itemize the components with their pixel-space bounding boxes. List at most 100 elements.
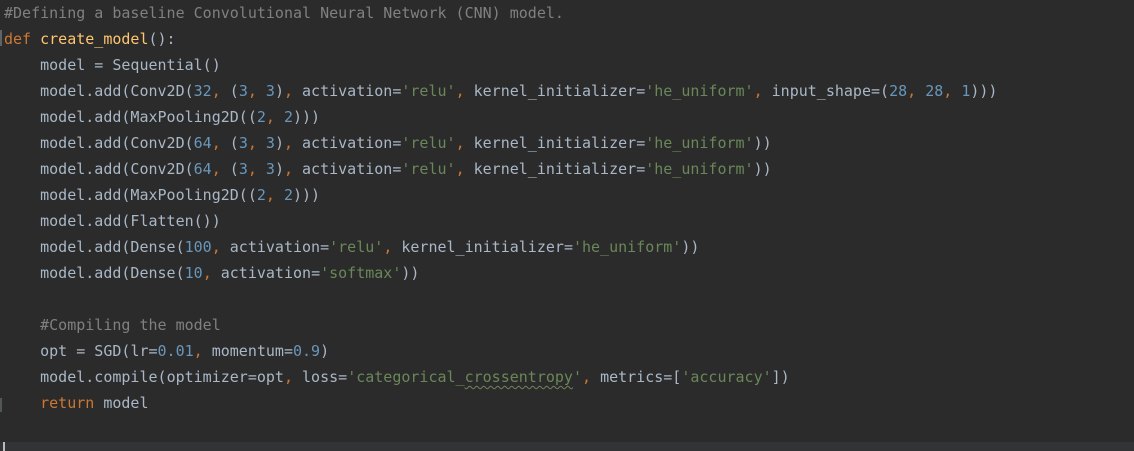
code-token-keyword: return	[40, 394, 95, 412]
code-token-string: 'relu'	[401, 134, 456, 152]
code-line[interactable]: #Defining a baseline Convolutional Neura…	[4, 0, 564, 26]
code-token-parameter: activation	[229, 238, 321, 256]
code-token-number: 28	[925, 82, 944, 100]
code-token-string: 'accuracy'	[681, 368, 772, 386]
code-token-default: model.compile(	[4, 368, 167, 386]
code-token-punct: ,	[283, 134, 303, 152]
code-token-parameter: kernel_initializer	[401, 238, 564, 256]
code-line[interactable]: model.add(Flatten())	[4, 208, 221, 234]
code-token-string: 'categorical_	[347, 368, 465, 386]
code-token-default: =(	[871, 82, 890, 100]
code-token-punct: ,	[383, 238, 402, 256]
code-token-default: (	[229, 82, 239, 100]
code-line[interactable]: model.add(Conv2D(64, (3, 3), activation =…	[4, 130, 772, 156]
code-token-punct: ,	[283, 368, 303, 386]
code-token-default: model = Sequential()	[4, 56, 221, 74]
code-token-default: =	[311, 264, 321, 282]
code-token-default: ))	[753, 160, 772, 178]
code-token-parameter: loss	[302, 368, 339, 386]
code-token-parameter: metrics	[600, 368, 664, 386]
code-token-number: 3	[265, 134, 275, 152]
code-line[interactable]: #Compiling the model	[4, 312, 221, 338]
code-token-number: 28	[889, 82, 908, 100]
code-token-number: 2	[283, 108, 293, 126]
code-token-default: ))	[401, 264, 420, 282]
code-token-number: 0.9	[293, 342, 321, 360]
next-line-strip	[0, 442, 1134, 451]
code-token-parameter: activation	[302, 82, 393, 100]
code-token-default: =	[636, 160, 646, 178]
code-token-default: =	[563, 238, 573, 256]
code-token-default: )))	[293, 108, 321, 126]
code-token-parameter: activation	[220, 264, 312, 282]
code-token-default: =[	[663, 368, 682, 386]
code-token-default	[4, 394, 40, 412]
code-token-comment: #Compiling the model	[4, 316, 221, 334]
code-token-default: model.add(MaxPooling2D((	[4, 108, 257, 126]
code-token-default: model.add(MaxPooling2D((	[4, 186, 257, 204]
code-token-string: 'relu'	[401, 82, 456, 100]
code-token-punct: ,	[753, 82, 772, 100]
code-token-string: 'softmax'	[320, 264, 402, 282]
code-line[interactable]: model.add(MaxPooling2D((2, 2)))	[4, 104, 320, 130]
code-token-default: =	[338, 368, 348, 386]
code-token-parameter: momentum	[211, 342, 284, 360]
code-token-punct: ,	[202, 264, 221, 282]
code-line[interactable]: model.add(Conv2D(64, (3, 3), activation =…	[4, 156, 772, 182]
code-line[interactable]: opt = SGD(lr=0.01, momentum=0.9)	[4, 338, 329, 364]
code-token-default: )	[320, 342, 330, 360]
code-token-punct: ,	[455, 160, 474, 178]
code-token-default: model.add(Conv2D(	[4, 160, 194, 178]
code-token-function: create_model	[40, 30, 149, 48]
code-token-punct: ,	[211, 160, 230, 178]
code-token-default: model.add(Conv2D(	[4, 134, 194, 152]
code-token-punct: ,	[247, 82, 266, 100]
code-token-string: 'he_uniform'	[645, 160, 754, 178]
code-line[interactable]: model.compile(optimizer=opt, loss='categ…	[4, 364, 790, 390]
code-token-default: =opt	[247, 368, 284, 386]
code-token-default: model.add(Dense(	[4, 238, 185, 256]
code-line[interactable]: return model	[4, 390, 148, 416]
code-token-default: )	[274, 160, 284, 178]
code-token-string: 'he_uniform'	[572, 238, 682, 256]
code-token-default: =	[320, 238, 330, 256]
code-line[interactable]: model.add(MaxPooling2D((2, 2)))	[4, 182, 320, 208]
code-token-number: 1	[961, 82, 971, 100]
code-token-punct: ,	[455, 82, 474, 100]
code-token-punct: ,	[907, 82, 926, 100]
code-line[interactable]: model.add(Dense(10, activation='softmax'…	[4, 260, 419, 286]
code-line[interactable]: model.add(Conv2D(32, (3, 3), activation =…	[4, 78, 997, 104]
code-editor[interactable]: #Defining a baseline Convolutional Neura…	[0, 0, 1134, 451]
code-token-default: =	[148, 342, 158, 360]
code-token-number: 3	[238, 160, 248, 178]
code-token-parameter: activation	[302, 134, 393, 152]
code-token-number: 2	[256, 186, 266, 204]
code-token-string: 'he_uniform'	[645, 134, 754, 152]
code-token-default: ))	[753, 134, 772, 152]
code-line[interactable]: def create_model():	[4, 26, 176, 52]
code-token-string: 'relu'	[401, 160, 456, 178]
code-token-number: 3	[238, 82, 248, 100]
code-token-punct: ,	[283, 82, 303, 100]
code-line[interactable]: model.add(Dense(100, activation='relu', …	[4, 234, 699, 260]
code-token-default: =	[283, 342, 293, 360]
code-token-default: ])	[771, 368, 790, 386]
code-token-punct: ,	[943, 82, 962, 100]
code-token-number: 32	[193, 82, 212, 100]
code-line[interactable]: model = Sequential()	[4, 52, 221, 78]
code-token-number: 2	[283, 186, 293, 204]
fold-marker[interactable]	[0, 30, 2, 46]
code-token-parameter: input_shape	[771, 82, 871, 100]
code-token-string: 'relu'	[329, 238, 384, 256]
code-token-number: 100	[184, 238, 212, 256]
code-token-default: (	[229, 134, 239, 152]
fold-marker-end[interactable]	[0, 398, 2, 412]
code-token-parameter: lr	[130, 342, 149, 360]
code-token-default: )	[274, 82, 284, 100]
code-token-punct: ,	[265, 186, 284, 204]
code-token-default: opt = SGD(	[4, 342, 131, 360]
code-token-parameter: kernel_initializer	[473, 82, 637, 100]
code-token-default: =	[636, 134, 646, 152]
code-token-number: 3	[265, 160, 275, 178]
code-token-default: ))	[681, 238, 700, 256]
